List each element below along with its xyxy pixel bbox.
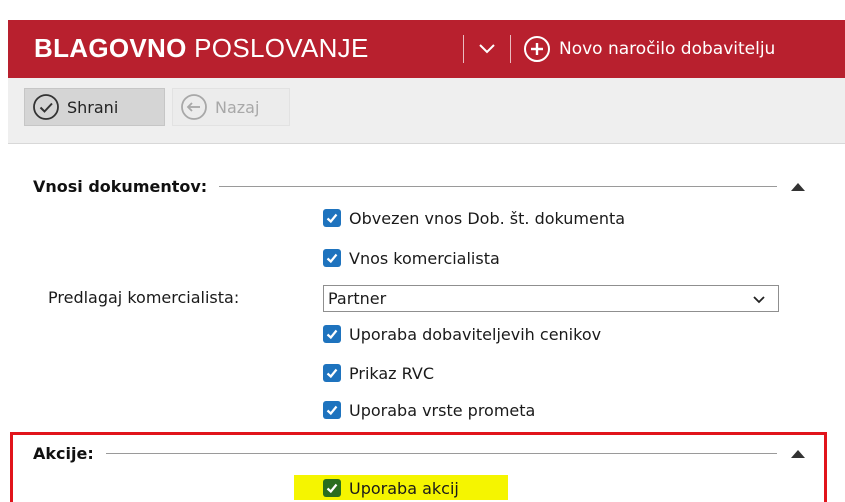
checkbox-row-vnos-komercialista[interactable]: Vnos komercialista (323, 246, 500, 270)
section-header-promotions: Akcije: (33, 442, 807, 464)
checkbox[interactable] (323, 249, 341, 267)
checkmark-icon (326, 368, 338, 379)
module-dropdown-button[interactable] (472, 34, 502, 64)
collapse-section-button[interactable] (789, 179, 807, 193)
checkmark-icon (326, 329, 338, 340)
save-label: Shrani (67, 97, 119, 117)
arrow-left-circle-icon (181, 94, 207, 120)
checkbox[interactable] (323, 479, 341, 497)
checkmark-icon (326, 253, 338, 264)
checkbox[interactable] (323, 364, 341, 382)
header-divider (463, 35, 464, 63)
save-button[interactable]: Shrani (24, 88, 165, 126)
collapse-section-button[interactable] (789, 446, 807, 460)
checkmark-icon (326, 405, 338, 416)
chevron-down-icon (753, 295, 765, 303)
checkmark-icon (326, 213, 338, 224)
checkbox[interactable] (323, 209, 341, 227)
app-title-bold: BLAGOVNO (34, 33, 187, 63)
select-value: Partner (328, 289, 387, 308)
app-title-rest: POSLOVANJE (194, 33, 369, 63)
section-title: Akcije: (33, 443, 94, 463)
sales-rep-select[interactable]: Partner (323, 285, 779, 312)
checkbox-row-uporaba-akcij[interactable]: Uporaba akcij (323, 476, 459, 500)
checkbox-row-vrsta-prometa[interactable]: Uporaba vrste prometa (323, 398, 535, 422)
triangle-up-icon (791, 183, 805, 191)
checkbox-row-obvezen-vnos[interactable]: Obvezen vnos Dob. št. dokumenta (323, 206, 625, 230)
section-divider (219, 185, 777, 187)
checkbox-label: Uporaba akcij (349, 478, 459, 498)
checkbox-label: Vnos komercialista (349, 248, 500, 268)
checkbox[interactable] (323, 325, 341, 343)
back-label: Nazaj (215, 97, 260, 117)
new-order-button[interactable]: Novo naročilo dobavitelju (523, 32, 775, 66)
checkbox-label: Prikaz RVC (349, 363, 435, 383)
checkbox-row-prikaz-rvc[interactable]: Prikaz RVC (323, 361, 434, 385)
sales-rep-field-label: Predlagaj komercialista: (48, 288, 240, 307)
app-header: BLAGOVNO POSLOVANJE Novo naročilo dobavi… (8, 20, 845, 78)
section-header-document-entries: Vnosi dokumentov: (33, 175, 807, 197)
check-circle-icon (33, 94, 59, 120)
section-title: Vnosi dokumentov: (33, 176, 208, 196)
section-divider (105, 452, 777, 454)
new-order-label: Novo naročilo dobavitelju (559, 39, 776, 59)
checkbox-label: Obvezen vnos Dob. št. dokumenta (349, 208, 626, 228)
chevron-down-icon (479, 44, 495, 54)
triangle-up-icon (791, 450, 805, 458)
checkmark-icon (326, 483, 338, 494)
checkbox-row-dobaviteljevi-ceniki[interactable]: Uporaba dobaviteljevih cenikov (323, 322, 601, 346)
header-divider (510, 35, 511, 63)
back-button[interactable]: Nazaj (172, 88, 290, 126)
checkbox-label: Uporaba vrste prometa (349, 400, 536, 420)
checkbox[interactable] (323, 401, 341, 419)
plus-circle-icon (524, 36, 550, 62)
checkbox-label: Uporaba dobaviteljevih cenikov (349, 324, 602, 344)
app-title: BLAGOVNO POSLOVANJE (34, 32, 369, 64)
toolbar: Shrani Nazaj (8, 78, 845, 144)
